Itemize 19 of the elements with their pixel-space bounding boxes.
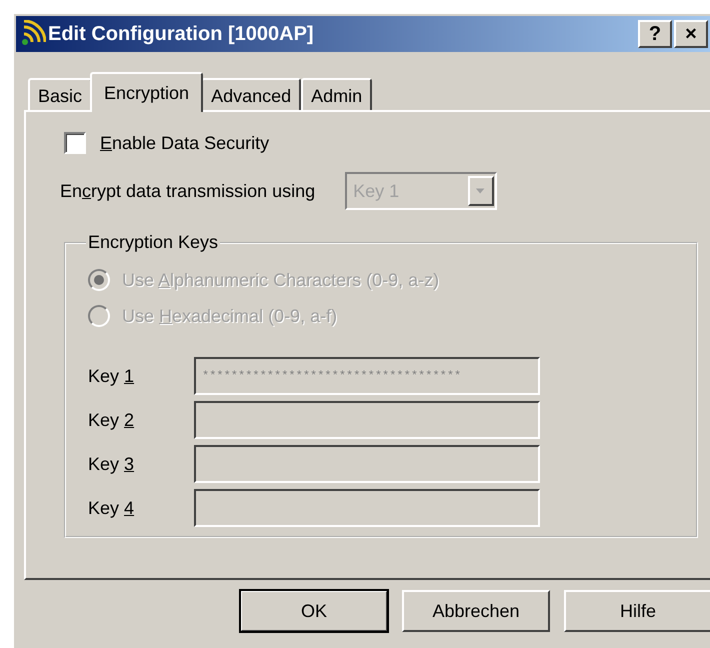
key-label: Key 4 — [88, 498, 136, 518]
close-button[interactable]: × — [674, 20, 708, 48]
help-button[interactable]: ? — [638, 20, 672, 48]
tab[interactable]: Advanced — [201, 78, 302, 112]
window-title: Edit Configuration [1000AP] — [48, 22, 315, 46]
wireless-icon — [20, 20, 46, 48]
encrypt-label: Encrypt data transmission using — [60, 180, 316, 202]
key-label: Key 1 — [88, 366, 136, 386]
dialog-button[interactable]: Abbrechen — [402, 590, 550, 632]
checkbox-label: Enable Data Security — [100, 132, 270, 154]
checkbox[interactable] — [64, 132, 86, 154]
tab[interactable]: Admin — [301, 78, 372, 112]
dialog-button[interactable]: OK — [240, 590, 388, 632]
dialog-button[interactable]: Hilfe — [564, 590, 710, 632]
tab[interactable]: Basic — [28, 78, 92, 112]
tab[interactable]: Encryption — [90, 72, 204, 112]
key-label: Key 2 — [88, 410, 136, 430]
key-label: Key 3 — [88, 454, 136, 474]
group-title: Encryption Keys — [87, 232, 220, 253]
